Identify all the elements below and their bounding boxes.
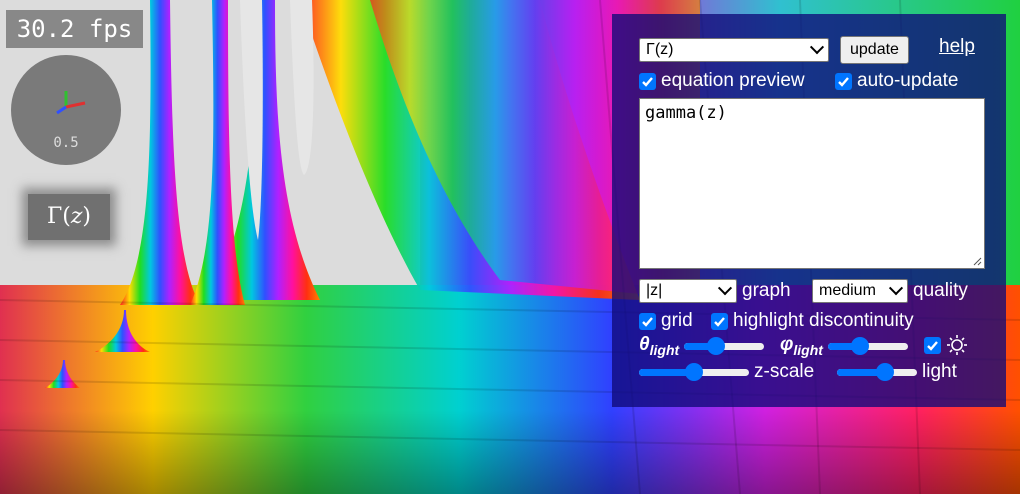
resize-grip-icon[interactable] <box>972 256 982 266</box>
theta-light-label: θlight <box>639 334 680 358</box>
light-label: light <box>922 361 957 382</box>
auto-update-checkbox[interactable] <box>835 72 852 90</box>
help-link[interactable]: help <box>939 36 975 58</box>
quality-select[interactable]: medium <box>812 279 908 303</box>
equation-preview-checkbox[interactable] <box>639 72 656 90</box>
phi-light-label: φlight <box>780 334 823 358</box>
z-scale-label: z-scale <box>754 361 815 382</box>
chevron-down-icon <box>888 281 904 296</box>
light-slider[interactable] <box>837 361 917 383</box>
update-button[interactable]: update <box>840 36 909 64</box>
function-select[interactable]: Γ(z) <box>639 38 829 62</box>
sun-icon <box>947 335 967 355</box>
quality-label: quality <box>913 280 968 301</box>
control-panel: Γ(z) update help equation preview auto-u… <box>612 14 1006 407</box>
quality-select-value: medium <box>819 282 876 299</box>
highlight-discontinuity-checkbox[interactable] <box>711 312 728 330</box>
graph-label: graph <box>742 280 791 301</box>
axes-orientation-widget[interactable]: 0.5 <box>11 55 121 165</box>
function-formula-label: Γ(z) <box>28 194 110 240</box>
graph-select[interactable]: |z| <box>639 279 737 303</box>
grid-checkbox[interactable] <box>639 312 656 330</box>
fps-counter: 30.2 fps <box>6 10 143 48</box>
formula-arg: z <box>70 204 83 229</box>
formula-letter: Γ <box>46 204 63 229</box>
highlight-discontinuity-label: highlight discontinuity <box>733 310 914 331</box>
equation-text: gamma(z) <box>645 103 727 123</box>
grid-label: grid <box>661 310 693 331</box>
chevron-down-icon <box>717 281 733 296</box>
equation-textarea[interactable]: gamma(z) <box>639 98 985 269</box>
z-scale-slider[interactable] <box>639 361 749 383</box>
phi-light-slider[interactable] <box>827 335 908 357</box>
chevron-down-icon <box>809 40 825 55</box>
auto-update-label: auto-update <box>857 70 959 91</box>
equation-preview-label: equation preview <box>661 70 805 91</box>
theta-light-slider[interactable] <box>684 335 765 357</box>
sun-toggle-checkbox[interactable] <box>924 336 941 354</box>
axes-scale-label: 0.5 <box>53 135 79 151</box>
function-select-value: Γ(z) <box>646 41 674 58</box>
graph-select-value: |z| <box>646 282 663 299</box>
